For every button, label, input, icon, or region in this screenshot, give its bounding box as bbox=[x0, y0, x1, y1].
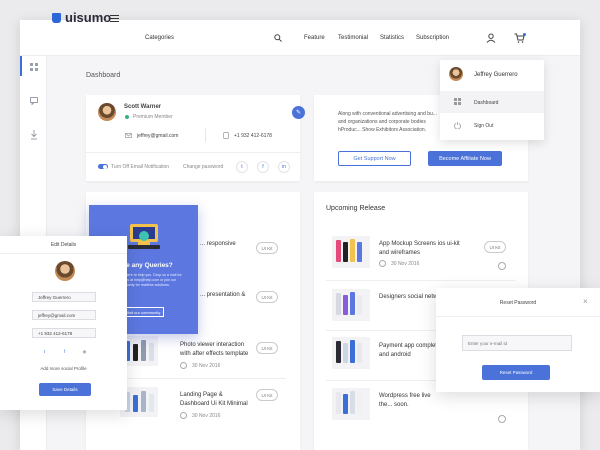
list-item-title: ... responsive bbox=[200, 241, 236, 247]
nav-statistics[interactable]: Statistics bbox=[380, 35, 404, 41]
cart-icon[interactable] bbox=[514, 33, 526, 43]
profile-status: Premium Member bbox=[133, 114, 173, 120]
add-social-label[interactable]: Add more social Profile bbox=[0, 366, 127, 371]
status-dot-icon bbox=[125, 115, 129, 119]
dropdown-signout[interactable]: Sign Out bbox=[474, 123, 493, 129]
notification-toggle[interactable] bbox=[98, 164, 108, 169]
tag-ui-kit[interactable]: UI Kit bbox=[256, 342, 278, 354]
email-input[interactable] bbox=[462, 335, 572, 351]
linkedin-icon[interactable]: in bbox=[278, 161, 290, 173]
visit-community-button[interactable]: Visit our community bbox=[122, 307, 164, 317]
list-item-title: ... presentation & bbox=[200, 292, 246, 298]
upcoming-title: Upcoming Release bbox=[326, 205, 386, 212]
divider bbox=[100, 378, 286, 379]
profile-email: jeffrey@gmail.com bbox=[137, 133, 179, 139]
clock-icon bbox=[379, 260, 386, 267]
search-icon[interactable] bbox=[274, 34, 282, 42]
tag-ui-kit[interactable]: UI Kit bbox=[256, 389, 278, 401]
release-title: Wordpress free live the... soon. bbox=[379, 393, 431, 408]
avatar bbox=[98, 103, 116, 121]
affiliate-text: Along with conventional advertising and … bbox=[338, 111, 437, 133]
get-support-button[interactable]: Get Support Now bbox=[338, 151, 411, 166]
save-details-button[interactable]: Save Details bbox=[39, 383, 91, 396]
tag-ui-kit[interactable]: UI Kit bbox=[256, 242, 278, 254]
pencil-icon: ✎ bbox=[295, 110, 302, 116]
edit-avatar[interactable] bbox=[55, 261, 75, 281]
phone-field[interactable]: +1 932 412-6178 bbox=[32, 328, 96, 338]
download-icon[interactable] bbox=[30, 130, 38, 140]
tag-ui-kit[interactable]: UI Kit bbox=[484, 241, 506, 253]
top-bar bbox=[20, 20, 580, 56]
clock-icon bbox=[498, 415, 506, 423]
twitter-icon[interactable]: t bbox=[236, 161, 248, 173]
divider bbox=[86, 152, 300, 153]
nav-testimonial[interactable]: Testimonial bbox=[338, 35, 368, 41]
release-thumbnail bbox=[332, 337, 370, 369]
grid-icon[interactable] bbox=[30, 63, 38, 71]
facebook-icon[interactable]: f bbox=[59, 346, 70, 357]
brand-name: uisumo bbox=[65, 10, 112, 25]
dropdown-dashboard-label: Dashboard bbox=[474, 100, 499, 106]
nav-feature[interactable]: Feature bbox=[304, 35, 325, 41]
profile-name: Scott Warner bbox=[124, 104, 162, 110]
clock-icon bbox=[180, 412, 187, 419]
become-affiliate-button[interactable]: Become Affiliate Now bbox=[428, 151, 502, 166]
email-field[interactable]: jeffrey@gmail.com bbox=[32, 310, 96, 320]
list-item-title: Landing Page & Dashboard Ui Kit Minimal bbox=[180, 392, 248, 407]
release-title: Payment app complete and android bbox=[379, 343, 441, 358]
release-title: Designers social network with iphone cla… bbox=[379, 294, 441, 300]
mail-icon bbox=[125, 133, 132, 138]
user-icon[interactable] bbox=[486, 33, 496, 43]
page-title: Dashboard bbox=[86, 72, 121, 79]
tag-ui-kit[interactable]: UI Kit bbox=[256, 291, 278, 303]
chat-icon[interactable] bbox=[30, 97, 38, 105]
list-item-date: 30 Nov 2016 bbox=[192, 413, 221, 419]
edit-profile-button[interactable]: ✎ bbox=[292, 106, 305, 119]
divider bbox=[205, 128, 206, 142]
divider bbox=[326, 330, 436, 331]
profile-phone: +1 932 412-6178 bbox=[234, 133, 272, 139]
hamburger-menu-icon[interactable] bbox=[110, 15, 119, 22]
divider bbox=[326, 280, 516, 281]
dropdown-username: Jeffrey Guerrero bbox=[474, 72, 518, 78]
divider bbox=[326, 380, 436, 381]
release-thumbnail bbox=[332, 289, 370, 321]
toggle-label: Turn Off Email Notification bbox=[111, 164, 170, 170]
facebook-icon[interactable]: f bbox=[257, 161, 269, 173]
twitter-icon[interactable]: t bbox=[39, 346, 50, 357]
dashboard-icon bbox=[454, 98, 461, 105]
name-field[interactable]: Jeffrey Guerrero bbox=[32, 292, 96, 302]
release-date: 30 Nov 2016 bbox=[391, 261, 420, 267]
divider bbox=[0, 253, 127, 254]
edit-details-title: Edit Details bbox=[50, 242, 77, 248]
change-password-link[interactable]: Change password bbox=[183, 164, 223, 170]
reset-password-title: Reset Password bbox=[499, 300, 537, 306]
sidebar-active-indicator bbox=[20, 56, 22, 76]
logo-mark-icon bbox=[52, 12, 61, 23]
clock-icon bbox=[180, 362, 187, 369]
nav-subscription[interactable]: Subscription bbox=[416, 35, 449, 41]
list-item-date: 30 Nov 2016 bbox=[192, 363, 221, 369]
power-icon bbox=[454, 122, 461, 129]
clock-icon bbox=[498, 262, 506, 270]
close-icon[interactable]: × bbox=[583, 297, 588, 306]
categories-link[interactable]: Categories bbox=[145, 35, 174, 41]
release-title: App Mockup Screens ios ui-kit and wirefr… bbox=[379, 241, 460, 256]
divider bbox=[436, 316, 600, 317]
list-item-title: Photo viewer interaction with after effe… bbox=[180, 342, 249, 357]
instagram-icon[interactable]: ◉ bbox=[79, 346, 90, 357]
phone-icon bbox=[223, 132, 229, 139]
toggle-knob bbox=[103, 164, 107, 169]
support-illustration-icon bbox=[128, 224, 160, 249]
dropdown-avatar bbox=[449, 67, 463, 81]
reset-password-button[interactable]: Reset Password bbox=[482, 365, 550, 380]
release-thumbnail bbox=[332, 236, 370, 268]
brand-logo[interactable]: uisumo bbox=[52, 10, 111, 25]
release-thumbnail bbox=[332, 388, 370, 420]
